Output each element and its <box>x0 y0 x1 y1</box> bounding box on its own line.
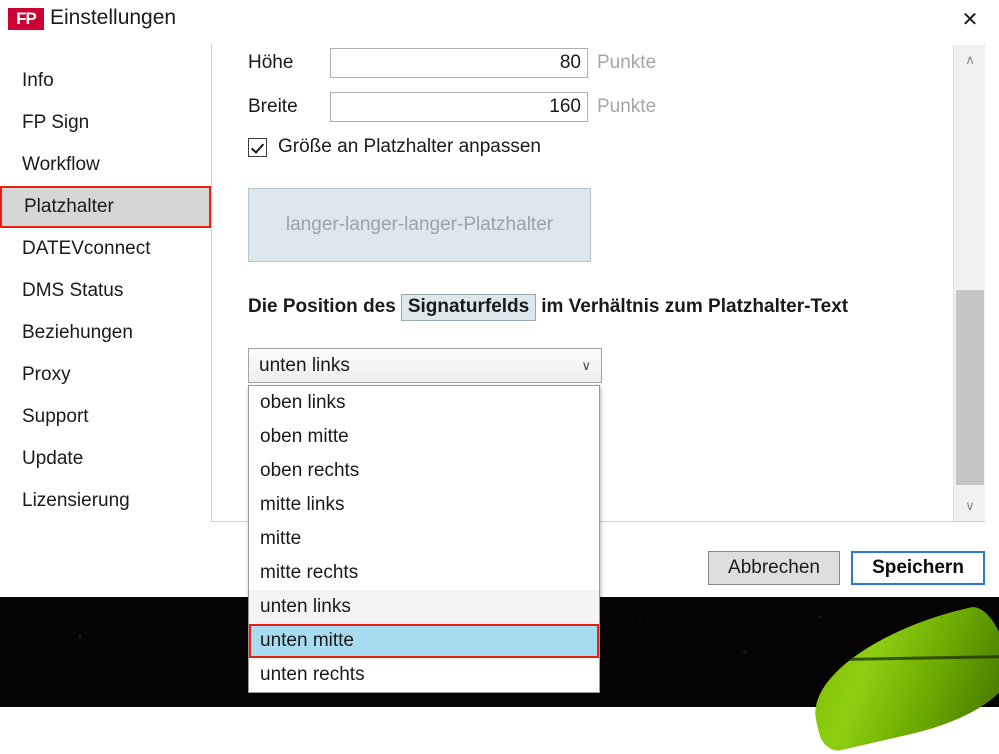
position-caption-prefix: Die Position des <box>248 296 396 317</box>
sidebar-item-support[interactable]: Support <box>0 396 211 438</box>
width-unit-label: Punkte <box>597 96 657 117</box>
placeholder-preview-box: langer-langer-langer-Platzhalter <box>248 188 591 262</box>
dropdown-option-oben-rechts[interactable]: oben rechts <box>249 454 599 488</box>
chevron-up-icon[interactable]: ∧ <box>954 45 986 75</box>
save-button[interactable]: Speichern <box>851 551 985 585</box>
dropdown-option-unten-links[interactable]: unten links <box>249 590 599 624</box>
sidebar-item-fp-sign[interactable]: FP Sign <box>0 102 211 144</box>
chevron-down-icon: ∨ <box>581 357 591 373</box>
sidebar-item-workflow[interactable]: Workflow <box>0 144 211 186</box>
dropdown-option-mitte[interactable]: mitte <box>249 522 599 556</box>
sidebar-item-update[interactable]: Update <box>0 438 211 480</box>
window-titlebar: FP Einstellungen ✕ <box>0 0 999 44</box>
height-label: Höhe <box>248 52 294 73</box>
window-title: Einstellungen <box>50 6 177 29</box>
position-dropdown-list[interactable]: oben links oben mitte oben rechts mitte … <box>248 385 600 693</box>
resize-checkbox-label: Größe an Platzhalter anpassen <box>278 136 541 157</box>
height-row: Höhe Punkte <box>248 48 656 78</box>
width-input[interactable] <box>330 92 588 122</box>
sidebar-item-proxy[interactable]: Proxy <box>0 354 211 396</box>
sidebar-item-datevconnect[interactable]: DATEVconnect <box>0 228 211 270</box>
sidebar-item-platzhalter[interactable]: Platzhalter <box>0 186 211 228</box>
position-select[interactable]: unten links ∨ <box>248 348 602 383</box>
placeholder-preview-text: langer-langer-langer-Platzhalter <box>285 214 554 235</box>
resize-checkbox-row[interactable]: Größe an Platzhalter anpassen <box>248 136 541 158</box>
width-row: Breite Punkte <box>248 92 656 122</box>
sidebar-item-info[interactable]: Info <box>0 60 211 102</box>
position-select-value: unten links <box>259 354 350 376</box>
content-scrollbar[interactable]: ∧ ∨ <box>953 45 985 521</box>
position-caption-suffix: im Verhältnis zum Platzhalter-Text <box>541 296 849 317</box>
signaturfelds-chip: Signaturfelds <box>400 294 537 321</box>
cancel-button[interactable]: Abbrechen <box>708 551 840 585</box>
position-caption: Die Position des Signaturfelds im Verhäl… <box>248 294 848 321</box>
sidebar-item-dms-status[interactable]: DMS Status <box>0 270 211 312</box>
height-unit-label: Punkte <box>597 52 657 73</box>
dropdown-option-mitte-links[interactable]: mitte links <box>249 488 599 522</box>
resize-checkbox[interactable] <box>248 137 267 157</box>
height-input[interactable] <box>330 48 588 78</box>
dropdown-option-unten-rechts[interactable]: unten rechts <box>249 658 599 692</box>
scrollbar-thumb[interactable] <box>956 290 984 485</box>
settings-sidebar: Info FP Sign Workflow Platzhalter DATEVc… <box>0 44 212 597</box>
width-label: Breite <box>248 96 298 117</box>
dropdown-option-oben-mitte[interactable]: oben mitte <box>249 420 599 454</box>
sidebar-item-lizensierung[interactable]: Lizensierung <box>0 480 211 522</box>
chevron-down-icon[interactable]: ∨ <box>954 491 986 521</box>
sidebar-item-beziehungen[interactable]: Beziehungen <box>0 312 211 354</box>
fp-logo-icon: FP <box>8 8 44 30</box>
dropdown-option-unten-mitte[interactable]: unten mitte <box>249 624 599 658</box>
close-icon[interactable]: ✕ <box>949 4 991 36</box>
dropdown-option-mitte-rechts[interactable]: mitte rechts <box>249 556 599 590</box>
dropdown-option-oben-links[interactable]: oben links <box>249 386 599 420</box>
